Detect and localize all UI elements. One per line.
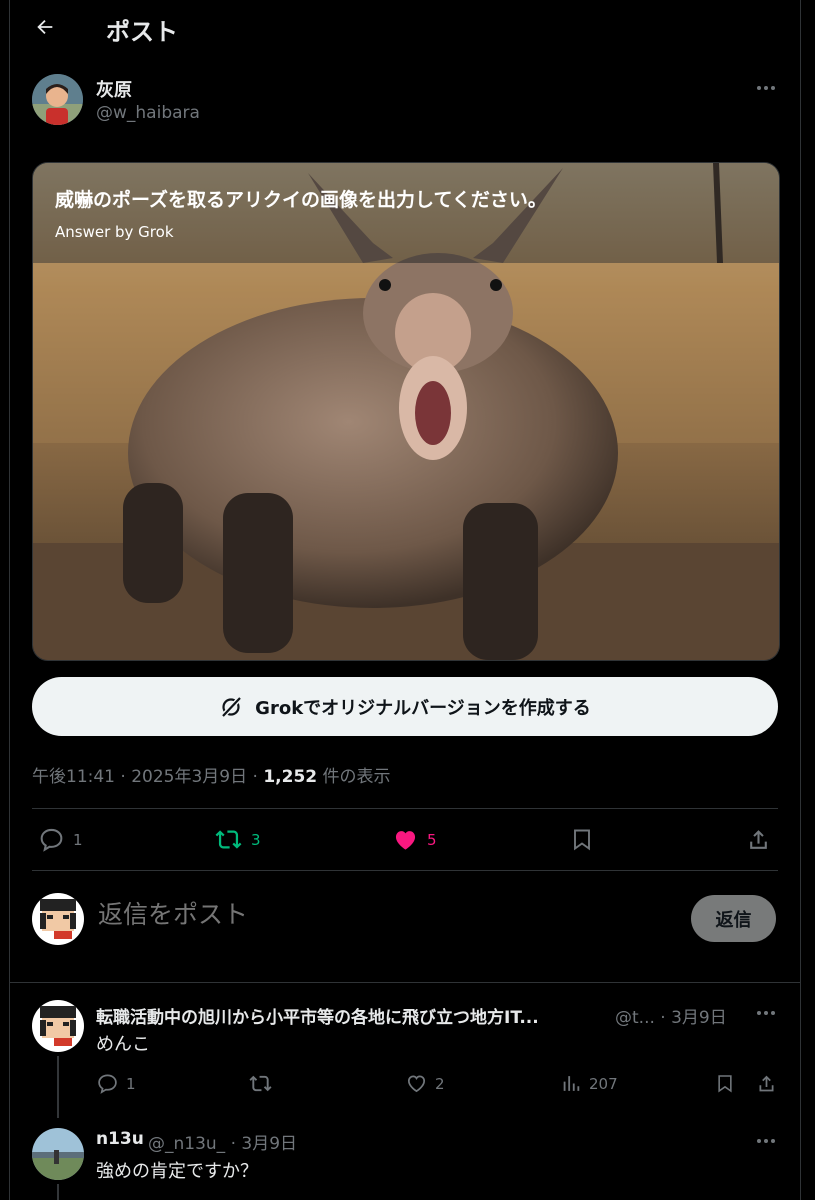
post-media[interactable]: 威嚇のポーズを取るアリクイの画像を出力してください。 Answer by Gro… [32,162,780,661]
more-dot-icon [764,86,768,90]
reply-handle[interactable]: @_n13u_ [148,1134,225,1154]
reply-author-name[interactable]: n13u [96,1129,144,1149]
reply-bookmark-action[interactable] [715,1072,735,1095]
arrow-left-icon [37,19,53,35]
bookmark-icon [574,829,590,851]
more-dot-icon [764,1011,768,1015]
reply-icon [40,828,63,852]
meta-separator: · [252,767,258,787]
composer-avatar [32,893,84,945]
reply-avatar[interactable] [32,1128,84,1180]
thread-line [57,1056,59,1118]
reply-repost-action[interactable] [248,1072,280,1095]
bookmark-icon [718,1075,732,1093]
author-avatar[interactable] [32,74,83,125]
reply-author-handle: @_n13u_ · 3月9日 [148,1129,297,1154]
more-dot-icon [764,1139,768,1143]
reply-share-action[interactable] [756,1072,777,1095]
reply-action[interactable]: 1 [38,826,83,853]
post-time[interactable]: 午後11:41 [32,767,115,787]
page-header: ポスト [10,0,800,56]
media-prompt-text: 威嚇のポーズを取るアリクイの画像を出力してください。 [55,189,547,211]
like-action[interactable]: 5 [392,826,437,853]
thread-line [57,1184,59,1200]
share-action[interactable] [746,826,771,853]
views-label: 件の表示 [322,767,391,787]
reply-view-count: 207 [589,1074,618,1093]
column-border-left [9,0,10,1200]
post-more-button[interactable] [754,80,778,96]
reply-submit-button[interactable]: 返信 [691,895,776,942]
more-dot-icon [757,86,761,90]
reply-reply-action[interactable]: 1 [96,1072,136,1095]
author-handle[interactable]: @w_haibara [96,103,200,123]
meta-separator: · [230,1134,236,1154]
reply-reply-count: 1 [126,1074,136,1093]
reply-input[interactable] [96,900,660,931]
like-count: 5 [427,830,437,849]
more-dot-icon [757,1011,761,1015]
more-dot-icon [771,86,775,90]
repost-icon [249,1075,272,1092]
reply-text: めんこ [96,1034,150,1055]
repost-action[interactable]: 3 [214,826,261,853]
more-dot-icon [757,1139,761,1143]
reply-like-count: 2 [435,1074,445,1093]
reply-author-handle: @t... · 3月9日 [615,1003,727,1028]
share-icon [759,1075,774,1092]
media-subtitle: Answer by Grok [55,223,174,241]
reply-count: 1 [73,830,83,849]
reply-text: 強めの肯定ですか？ [96,1161,258,1182]
divider [32,870,778,871]
grok-button-label: Grokでオリジナルバージョンを作成する [255,697,591,719]
analytics-icon [563,1076,580,1091]
reply-date[interactable]: 3月9日 [241,1134,297,1154]
more-dot-icon [771,1011,775,1015]
more-dot-icon [771,1139,775,1143]
divider [10,982,800,983]
reply-views-action[interactable]: 207 [560,1072,618,1095]
bookmark-action[interactable] [570,826,594,853]
meta-separator: · [120,767,126,787]
reply-handle[interactable]: @t... [615,1008,655,1028]
post-date[interactable]: 2025年3月9日 [131,767,247,787]
grok-icon [221,695,242,718]
reply-avatar[interactable] [32,1000,84,1052]
page-title: ポスト [106,18,178,46]
reply-like-action[interactable]: 2 [405,1072,445,1095]
repost-icon [215,830,242,849]
back-button[interactable] [32,14,58,40]
repost-count: 3 [251,830,261,849]
column-border-right [800,0,801,1200]
grok-create-button[interactable]: Grokでオリジナルバージョンを作成する [32,677,778,736]
heart-filled-icon [395,831,416,850]
reply-more-button[interactable] [754,1133,778,1149]
media-caption-overlay [33,163,779,263]
post-meta: 午後11:41 · 2025年3月9日 · 1,252 件の表示 [32,762,391,787]
author-name[interactable]: 灰原 [96,76,132,102]
views-count: 1,252 [263,767,318,787]
reply-icon [98,1074,117,1094]
divider [32,808,778,809]
heart-icon [407,1075,426,1093]
reply-date[interactable]: 3月9日 [671,1008,727,1028]
share-icon [750,830,767,849]
meta-separator: · [660,1008,666,1028]
reply-author-name[interactable]: 転職活動中の旭川から小平市等の各地に飛び立つ地方IT... [96,1003,539,1028]
reply-more-button[interactable] [754,1005,778,1021]
